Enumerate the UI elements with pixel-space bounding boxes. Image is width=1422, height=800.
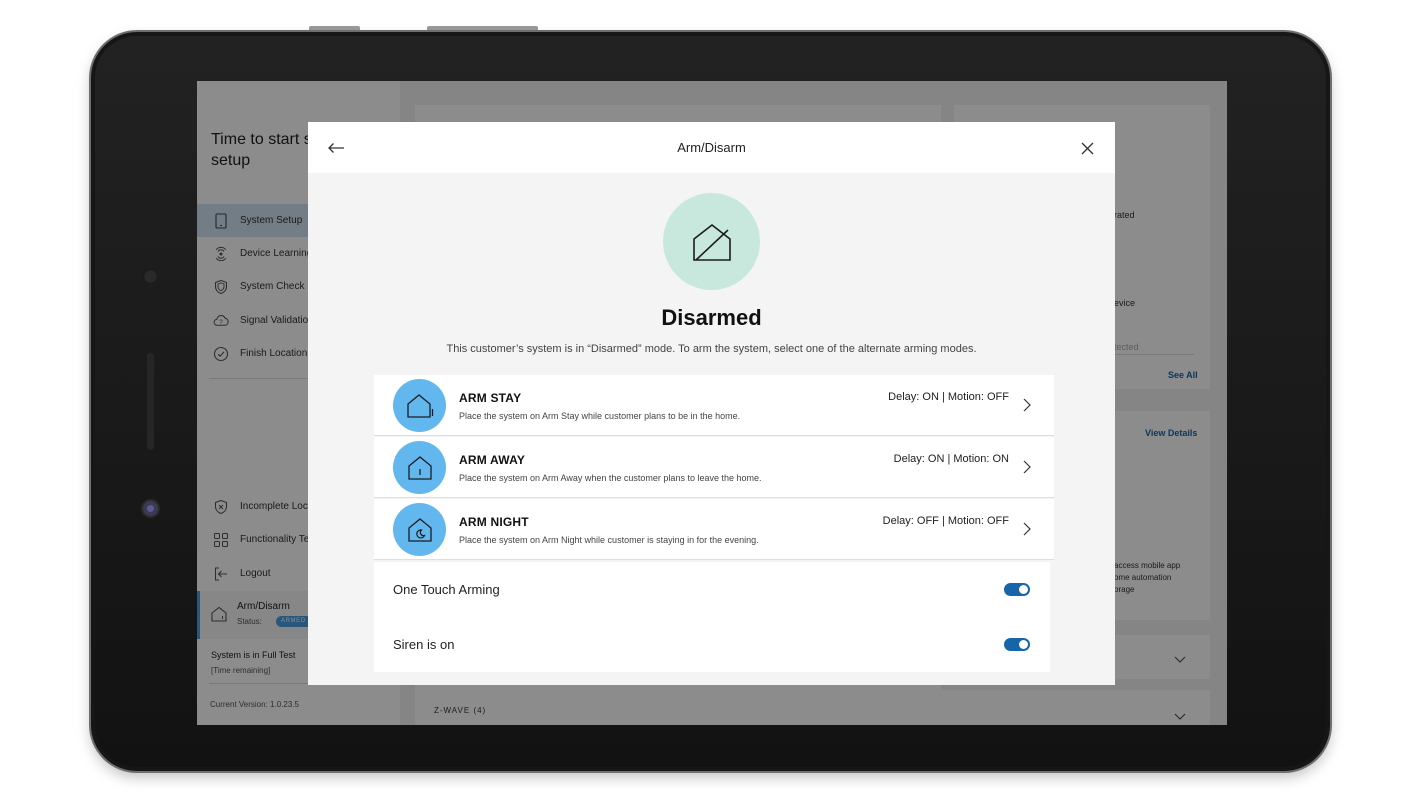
status-title: Disarmed	[661, 305, 762, 330]
arm-night-icon	[393, 503, 446, 556]
chevron-right-icon	[1020, 457, 1034, 477]
arm-away-icon	[393, 441, 446, 494]
mode-status: Delay: ON | Motion: OFF	[888, 391, 1009, 403]
one-touch-arming-toggle[interactable]	[1004, 583, 1030, 596]
mode-description: Place the system on Arm Night while cust…	[459, 535, 759, 545]
chevron-right-icon	[1020, 395, 1034, 415]
speaker-slot	[147, 353, 154, 450]
arm-stay-option[interactable]: ARM STAY Place the system on Arm Stay wh…	[374, 375, 1054, 436]
mode-name: ARM STAY	[459, 391, 522, 405]
screen: Time to start system setup System Setup …	[197, 81, 1227, 725]
arm-stay-icon	[393, 379, 446, 432]
siren-row: Siren is on	[374, 617, 1050, 672]
toggle-label: Siren is on	[393, 637, 455, 652]
mode-status: Delay: OFF | Motion: OFF	[882, 515, 1009, 527]
arm-night-option[interactable]: ARM NIGHT Place the system on Arm Night …	[374, 499, 1054, 560]
power-button	[427, 26, 538, 31]
close-icon[interactable]	[1075, 136, 1099, 160]
mode-description: Place the system on Arm Away when the cu…	[459, 473, 762, 483]
volume-button	[309, 26, 360, 31]
sensor-dot	[143, 269, 158, 284]
camera-lens	[143, 501, 158, 516]
mode-name: ARM AWAY	[459, 453, 526, 467]
one-touch-arming-row: One Touch Arming	[374, 562, 1050, 617]
mode-name: ARM NIGHT	[459, 515, 529, 529]
siren-toggle[interactable]	[1004, 638, 1030, 651]
mode-description: Place the system on Arm Stay while custo…	[459, 411, 741, 421]
modal-header: Arm/Disarm	[308, 122, 1115, 173]
status-description: This customer’s system is in “Disarmed” …	[446, 343, 977, 355]
arm-away-option[interactable]: ARM AWAY Place the system on Arm Away wh…	[374, 437, 1054, 498]
toggle-label: One Touch Arming	[393, 582, 500, 597]
modal-title: Arm/Disarm	[677, 140, 746, 155]
chevron-right-icon	[1020, 519, 1034, 539]
disarmed-status-icon	[663, 193, 760, 290]
arm-disarm-modal: Arm/Disarm Disarmed This customer’s syst…	[308, 122, 1115, 685]
mode-status: Delay: ON | Motion: ON	[893, 453, 1009, 465]
